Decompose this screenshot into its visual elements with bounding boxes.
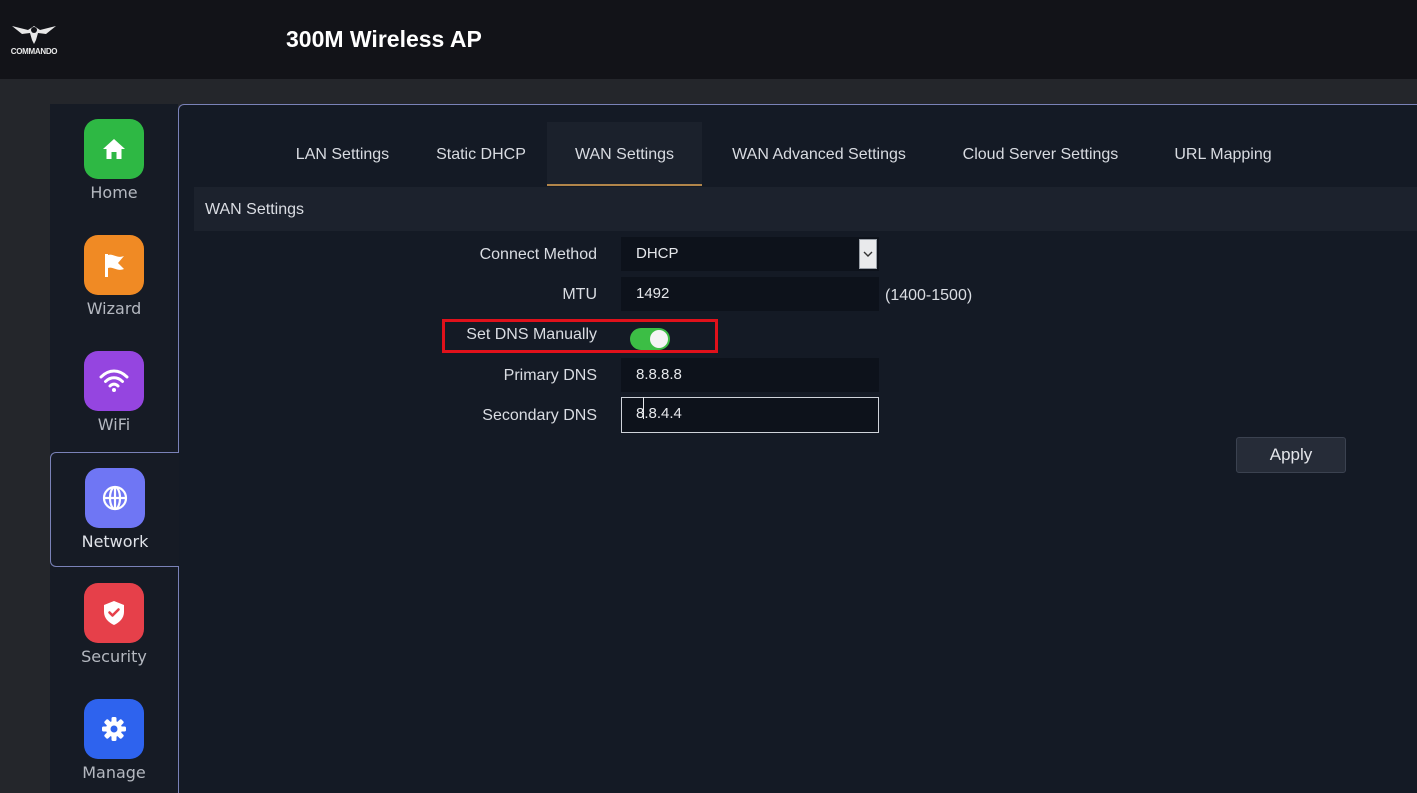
sidebar-item-label: WiFi [97,415,131,434]
tab-url-mapping[interactable]: URL Mapping [1159,122,1287,186]
sidebar-item-wifi[interactable]: WiFi [50,336,178,451]
tab-wan-settings[interactable]: WAN Settings [547,122,702,186]
primary-dns-label: Primary DNS [503,367,597,384]
toggle-knob [650,330,668,348]
gear-icon [84,699,144,759]
sidebar-item-label: Wizard [86,299,142,318]
mtu-label: MTU [562,286,597,303]
sidebar-item-wizard[interactable]: Wizard [50,220,178,335]
top-bar: COMMANDO 300M Wireless AP [0,0,1417,79]
tab-lan-settings[interactable]: LAN Settings [276,122,409,186]
mtu-input[interactable]: 1492 [621,277,879,311]
sidebar-item-manage[interactable]: Manage [50,684,178,793]
connect-method-select[interactable]: DHCP [621,237,879,271]
tab-bar: LAN Settings Static DHCP WAN Settings WA… [194,122,1417,186]
section-header: WAN Settings [194,187,1417,231]
home-icon [84,119,144,179]
sidebar-item-label: Home [90,183,138,202]
tab-cloud-server-settings[interactable]: Cloud Server Settings [949,122,1132,186]
mtu-range-hint: (1400-1500) [885,287,973,304]
shield-icon [84,583,144,643]
sidebar-item-label: Security [81,647,147,666]
sidebar: Home Wizard WiFi Network Security Manage [50,104,179,793]
wifi-icon [84,351,144,411]
apply-button[interactable]: Apply [1236,437,1346,473]
secondary-dns-input[interactable]: 8.8.4.4 [621,397,879,433]
connect-method-label: Connect Method [479,246,597,263]
sidebar-item-label: Network [81,532,149,551]
sidebar-item-security[interactable]: Security [50,568,178,683]
sidebar-item-home[interactable]: Home [50,104,178,219]
tab-static-dhcp[interactable]: Static DHCP [426,122,536,186]
secondary-dns-label: Secondary DNS [482,407,597,424]
chevron-down-icon[interactable] [859,239,877,269]
commando-logo: COMMANDO [6,22,62,56]
tab-wan-advanced-settings[interactable]: WAN Advanced Settings [714,122,924,186]
sidebar-item-label: Manage [82,763,146,782]
text-cursor [643,397,644,419]
logo-text: COMMANDO [10,47,58,56]
flag-icon [84,235,144,295]
set-dns-manually-toggle[interactable] [630,328,670,350]
sidebar-item-network[interactable]: Network [50,452,179,567]
set-dns-manually-label: Set DNS Manually [466,326,597,343]
globe-icon [85,468,145,528]
content-panel: LAN Settings Static DHCP WAN Settings WA… [178,104,1417,793]
primary-dns-input[interactable]: 8.8.8.8 [621,358,879,392]
app-title: 300M Wireless AP [286,26,482,52]
eagle-icon [12,26,56,44]
section-title: WAN Settings [205,201,304,218]
